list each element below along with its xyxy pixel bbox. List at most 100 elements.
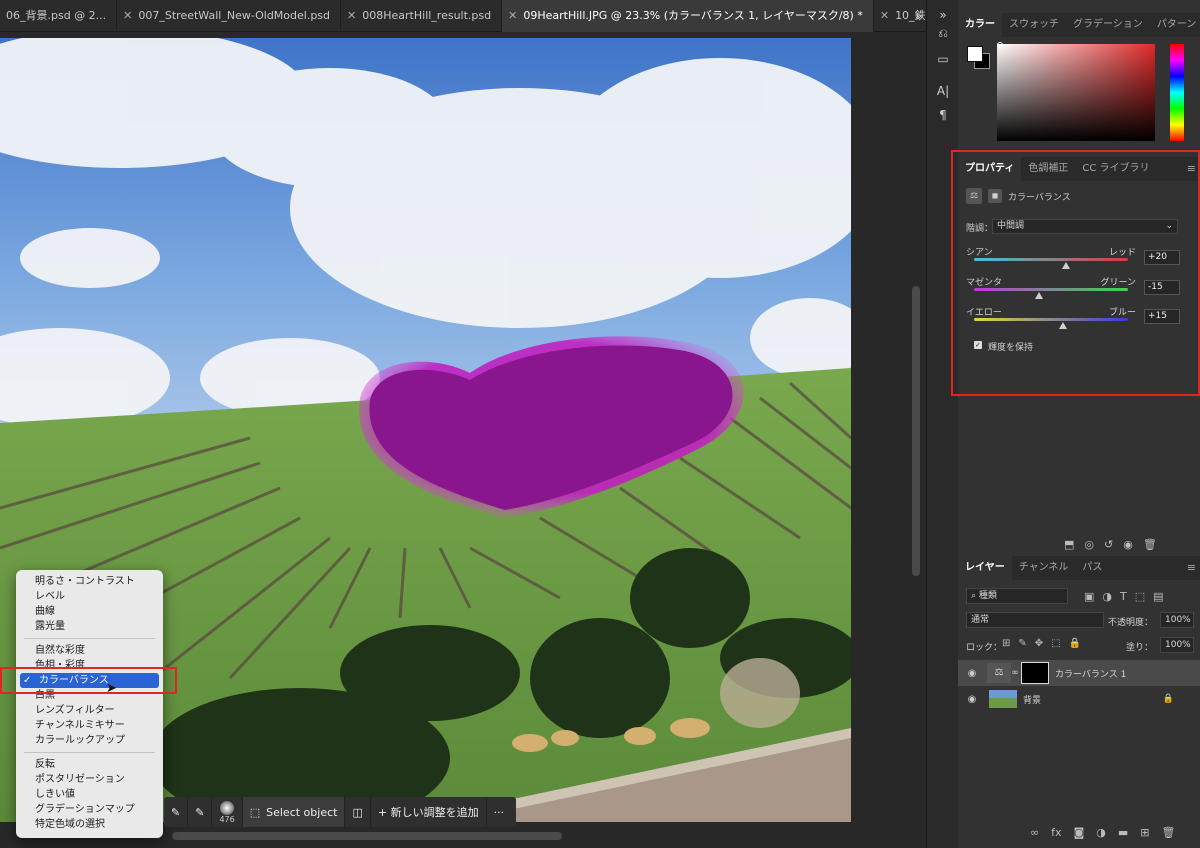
new-group-icon[interactable]: ▬ <box>1118 826 1128 839</box>
reset-icon[interactable]: ↺ <box>1104 538 1113 551</box>
menu-separator <box>24 638 155 639</box>
filter-pixel-icon[interactable]: ▣ <box>1084 590 1094 603</box>
menu-item[interactable]: レベル <box>16 589 163 604</box>
hue-slider[interactable] <box>1170 44 1184 141</box>
menu-item[interactable]: レンズフィルター <box>16 703 163 718</box>
filter-adjustment-icon[interactable]: ◑ <box>1102 590 1112 603</box>
panel-menu-icon[interactable]: ≡ <box>1187 556 1196 580</box>
tab-color[interactable]: カラー <box>958 13 1002 37</box>
document-tab[interactable]: ✕ 008HeartHill_result.psd <box>341 0 503 32</box>
menu-item[interactable]: 露光量 <box>16 619 163 634</box>
tab-layers[interactable]: レイヤー <box>958 556 1012 580</box>
lock-transparent-icon[interactable]: ⊞ <box>1002 638 1010 649</box>
layer-name[interactable]: 背景 <box>1023 693 1041 706</box>
visibility-eye-icon[interactable]: ◉ <box>961 668 983 679</box>
trash-icon[interactable]: 🗑 <box>1143 538 1157 551</box>
tab-overflow-icon[interactable]: » <box>915 0 922 32</box>
layer-mask-thumbnail[interactable] <box>1021 662 1049 684</box>
layer-row[interactable]: ◉ 背景 🔒 <box>958 686 1200 712</box>
character-icon[interactable]: A| <box>935 84 951 98</box>
highlight-annotation-box <box>0 667 177 694</box>
brush-subtract-icon: ✎ <box>171 805 181 819</box>
menu-item[interactable]: 反転 <box>16 757 163 772</box>
filter-type-icon[interactable]: T <box>1120 590 1127 603</box>
more-options-button[interactable]: ··· <box>487 797 512 827</box>
blend-mode-dropdown[interactable]: 通常 <box>966 612 1104 628</box>
close-icon[interactable]: ✕ <box>123 0 132 32</box>
select-object-button[interactable]: ⬚ Select object <box>242 797 346 827</box>
layer-filter-dropdown[interactable]: ⌕ 種類 <box>966 588 1068 604</box>
vertical-scrollbar[interactable] <box>912 286 920 576</box>
lock-position-icon[interactable]: ✥ <box>1035 638 1043 649</box>
tab-patterns[interactable]: パターン <box>1150 13 1200 37</box>
menu-item[interactable]: 特定色域の選択 <box>16 817 163 832</box>
new-adjustment-icon[interactable]: ◑ <box>1096 826 1106 839</box>
lock-artboard-icon[interactable]: ⬚ <box>1051 638 1060 649</box>
clip-to-layer-icon[interactable]: ⬒ <box>1064 538 1074 551</box>
comments-icon[interactable]: ▭ <box>935 52 951 66</box>
filter-shape-icon[interactable]: ⬚ <box>1135 590 1145 603</box>
brush-minus-button[interactable]: ✎ <box>164 797 189 827</box>
link-icon[interactable]: ∞ <box>1011 668 1019 678</box>
menu-separator <box>24 752 155 753</box>
layer-thumbnail <box>989 690 1017 708</box>
menu-item[interactable]: 自然な彩度 <box>16 643 163 658</box>
fx-icon[interactable]: fx <box>1051 826 1061 839</box>
add-adjustment-button[interactable]: + 新しい調整を追加 <box>371 797 487 827</box>
mask-invert-button[interactable]: ◫ <box>345 797 371 827</box>
lock-image-icon[interactable]: ✎ <box>1018 638 1026 649</box>
fill-label: 塗り： <box>1126 643 1154 653</box>
trash-icon[interactable]: 🗑 <box>1161 826 1175 839</box>
properties-footer: ⬒ ◎ ↺ ◉ 🗑 <box>1064 538 1157 551</box>
view-previous-icon[interactable]: ◎ <box>1084 538 1094 551</box>
visibility-eye-icon[interactable]: ◉ <box>1123 538 1133 551</box>
history-icon[interactable]: ⎌ <box>935 26 951 41</box>
layer-row-selected[interactable]: ◉ ⚖ ∞ カラーバランス 1 <box>958 660 1200 686</box>
color-picker-field[interactable] <box>997 44 1155 141</box>
close-icon[interactable]: ✕ <box>508 0 517 32</box>
menu-item[interactable]: しきい値 <box>16 787 163 802</box>
select-object-icon: ⬚ <box>249 805 261 819</box>
menu-item[interactable]: ポスタリゼーション <box>16 772 163 787</box>
opacity-field[interactable]: 100% <box>1160 612 1194 628</box>
close-icon[interactable]: ✕ <box>347 0 356 32</box>
brush-plus-button[interactable]: ✎ <box>188 797 213 827</box>
horizontal-scrollbar[interactable] <box>172 832 562 840</box>
close-icon[interactable]: ✕ <box>880 0 889 32</box>
search-icon: ⌕ <box>971 591 979 601</box>
menu-item[interactable]: カラールックアップ <box>16 733 163 748</box>
brush-size-button[interactable]: 476 <box>212 797 243 827</box>
add-mask-icon[interactable]: ◙ <box>1074 826 1085 839</box>
menu-item[interactable]: グラデーションマップ <box>16 802 163 817</box>
adjustment-layer-icon: ⚖ <box>987 663 1011 683</box>
layers-panel-tabs: レイヤー チャンネル パス ≡ <box>958 556 1200 580</box>
document-tab-active[interactable]: ✕ 09HeartHill.JPG @ 23.3% (カラーバランス 1, レイヤ… <box>502 0 874 32</box>
layer-name[interactable]: カラーバランス 1 <box>1055 667 1126 680</box>
tab-channels[interactable]: チャンネル <box>1012 556 1076 580</box>
tab-paths[interactable]: パス <box>1075 556 1109 580</box>
document-tab[interactable]: 06_背景.psd @ 2... <box>0 0 118 32</box>
tab-gradients[interactable]: グラデーション <box>1066 13 1150 37</box>
menu-item[interactable]: 曲線 <box>16 604 163 619</box>
mask-icon: ◫ <box>352 805 363 819</box>
brush-add-icon: ✎ <box>195 805 205 819</box>
dock-collapse-icon[interactable]: » <box>935 8 951 22</box>
layer-filter-icons: ▣ ◑ T ⬚ ▤ <box>1084 590 1164 603</box>
color-picker-cursor[interactable] <box>997 42 1003 48</box>
paragraph-icon[interactable]: ¶ <box>935 108 951 122</box>
document-tab[interactable]: ✕ 007_StreetWall_New-OldModel.psd <box>117 0 342 32</box>
link-layers-icon[interactable]: ∞ <box>1030 826 1039 839</box>
fill-field[interactable]: 100% <box>1160 637 1194 653</box>
brush-preview-icon <box>220 800 235 815</box>
menu-item[interactable]: 明るさ・コントラスト <box>16 574 163 589</box>
visibility-eye-icon[interactable]: ◉ <box>961 694 983 705</box>
lock-icon: 🔒 <box>1162 694 1174 704</box>
tab-swatches[interactable]: スウォッチ <box>1002 13 1066 37</box>
menu-item[interactable]: チャンネルミキサー <box>16 718 163 733</box>
layers-footer: ∞ fx ◙ ◑ ▬ ⊞ 🗑 <box>1030 826 1175 839</box>
filter-smartobject-icon[interactable]: ▤ <box>1153 590 1163 603</box>
opacity-label: 不透明度： <box>1108 618 1154 628</box>
new-layer-icon[interactable]: ⊞ <box>1140 826 1149 839</box>
lock-all-icon[interactable]: 🔒 <box>1069 638 1081 649</box>
foreground-color-swatch[interactable] <box>967 46 983 62</box>
